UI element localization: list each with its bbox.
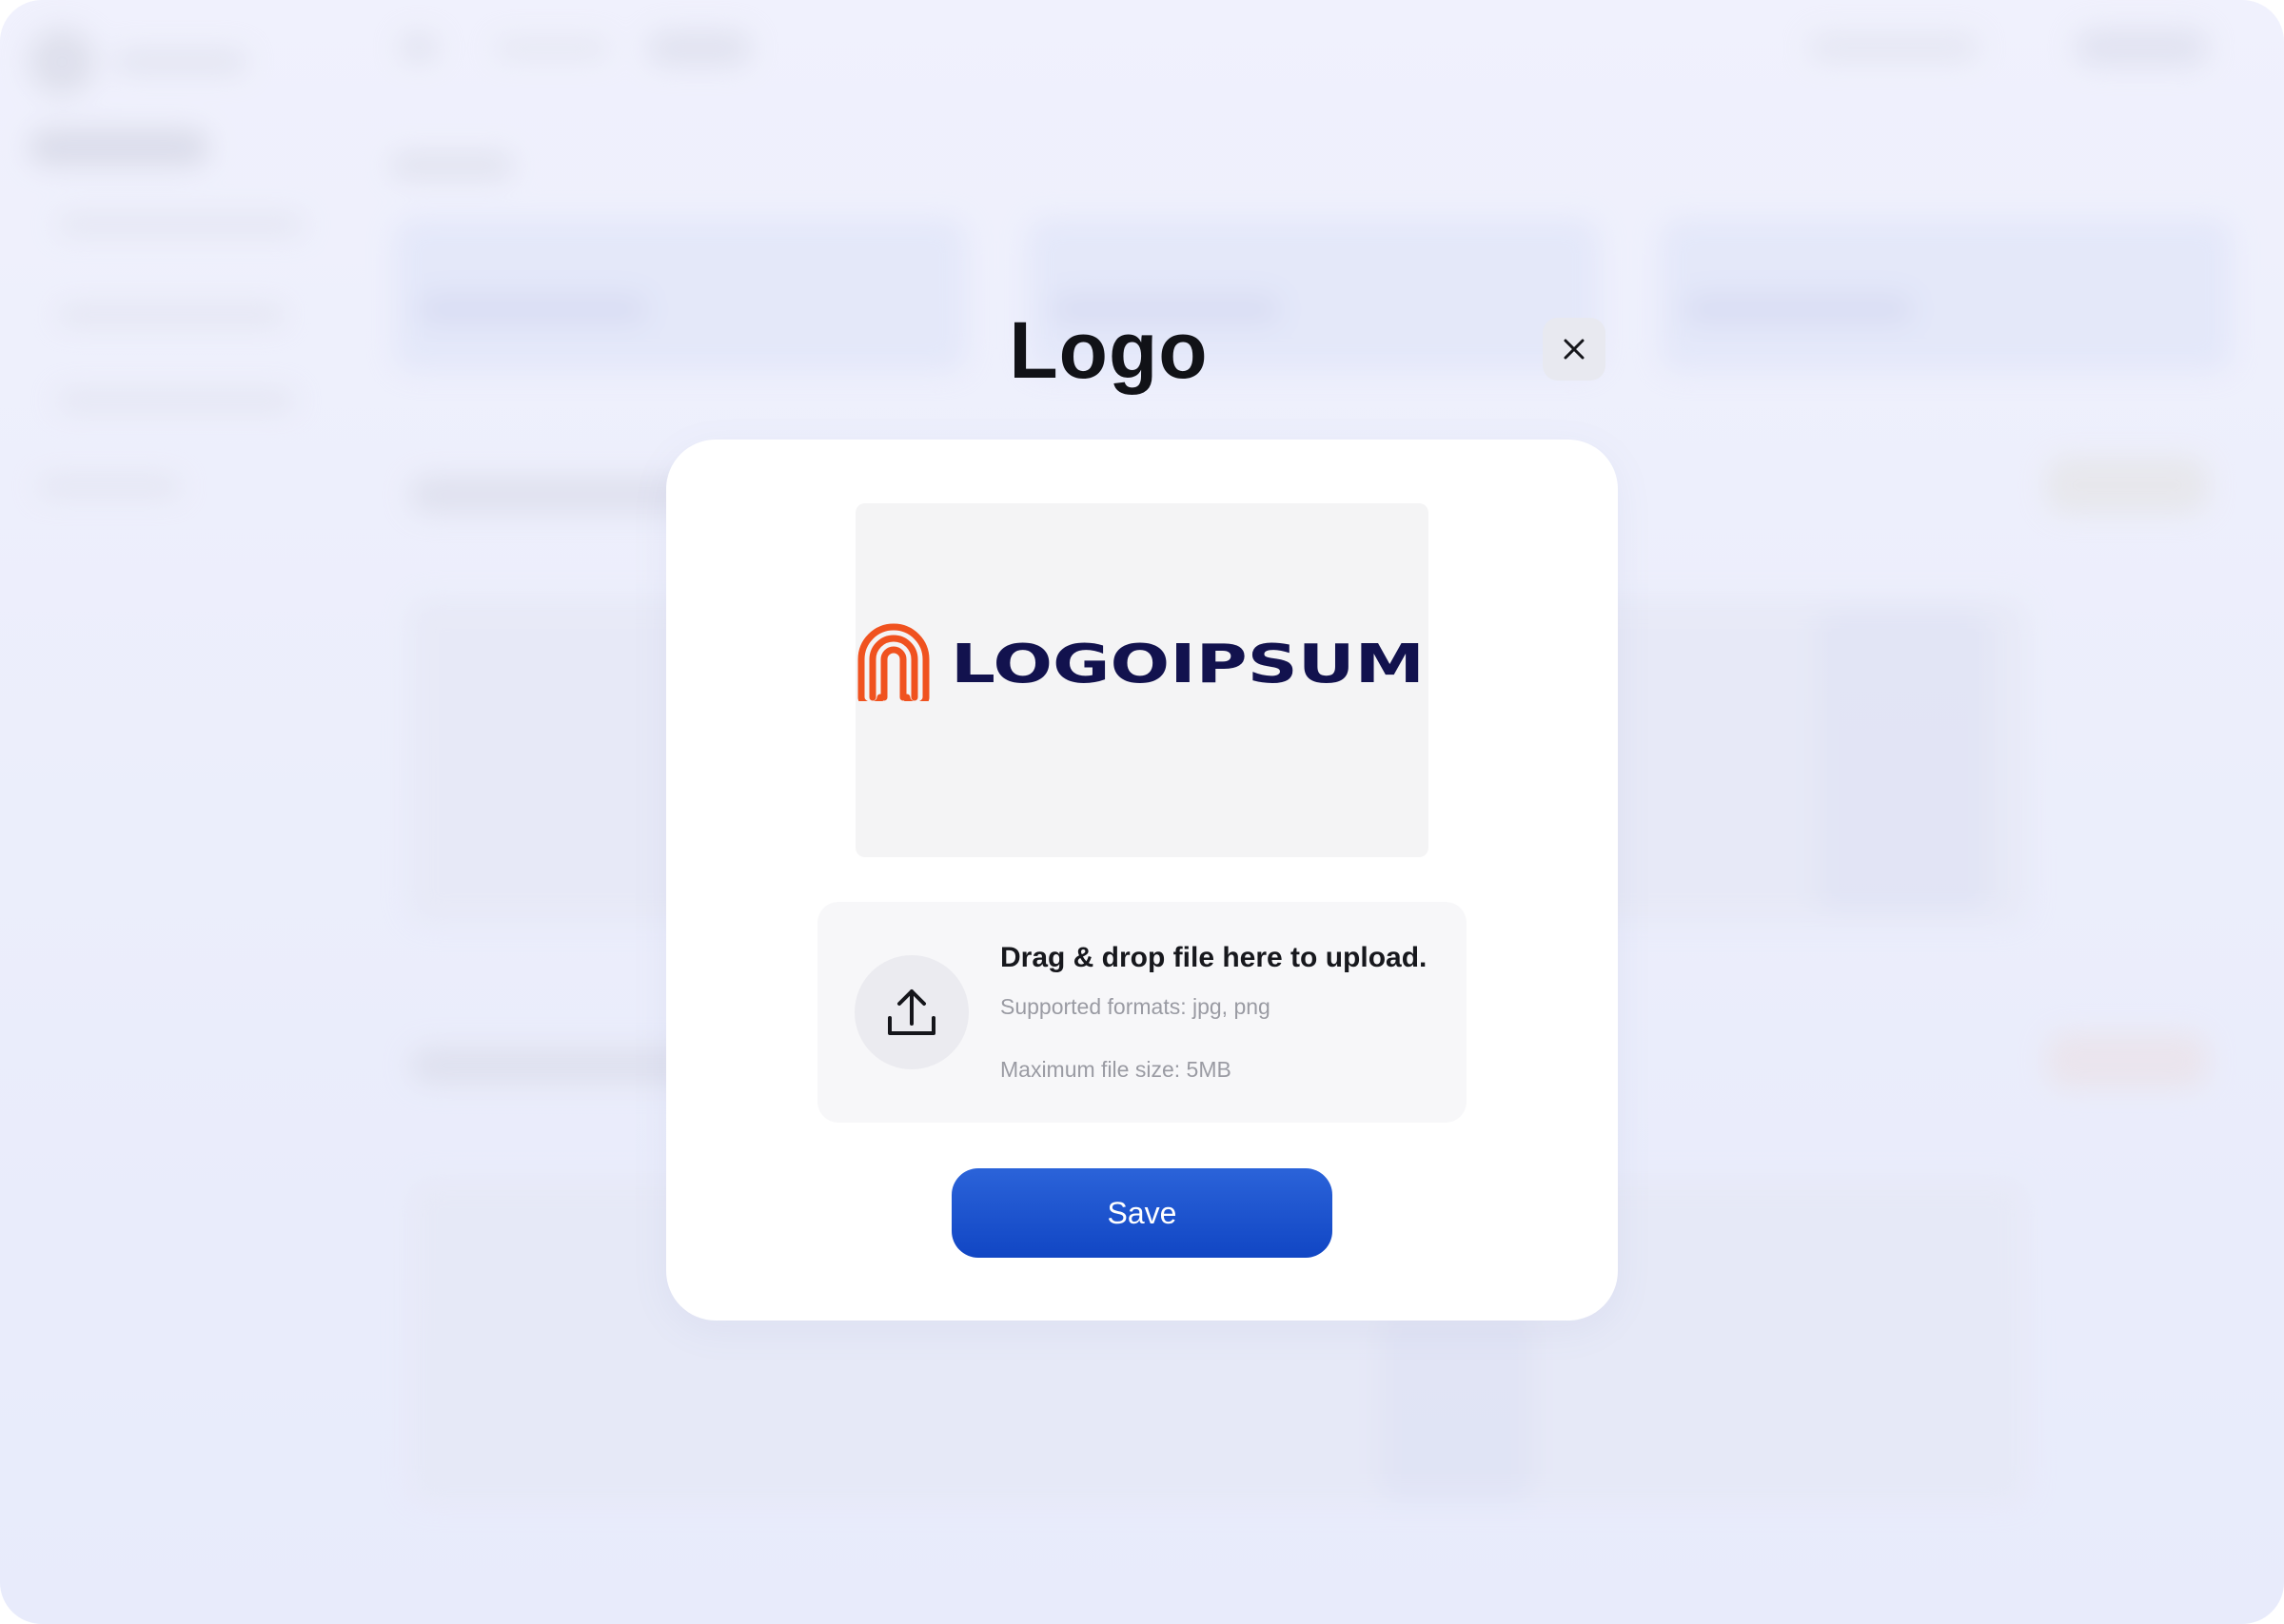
file-dropzone[interactable]: Drag & drop file here to upload. Support…: [817, 902, 1467, 1123]
logo-preview: LOGOIPSUM: [856, 503, 1428, 857]
max-file-size-text: Maximum file size: 5MB: [1000, 1057, 1231, 1082]
logo-upload-card: LOGOIPSUM Drag & drop file here to uploa…: [666, 440, 1618, 1321]
save-button[interactable]: Save: [952, 1168, 1332, 1258]
fingerprint-logo-icon: [857, 623, 930, 701]
modal-title: Logo: [1009, 305, 1209, 395]
dropzone-title: Drag & drop file here to upload.: [1000, 942, 1428, 973]
logo-image: LOGOIPSUM: [857, 623, 1425, 701]
upload-icon: [888, 989, 935, 1035]
upload-icon-circle[interactable]: [855, 955, 969, 1069]
supported-formats-text: Supported formats: jpg, png: [1000, 994, 1270, 1019]
close-icon: [1564, 339, 1585, 360]
app-window: Logo LOGOIPSUM Drag & drop file here to …: [0, 0, 2284, 1624]
logo-wordmark: LOGOIPSUM: [951, 634, 1425, 695]
close-button[interactable]: [1543, 318, 1605, 381]
